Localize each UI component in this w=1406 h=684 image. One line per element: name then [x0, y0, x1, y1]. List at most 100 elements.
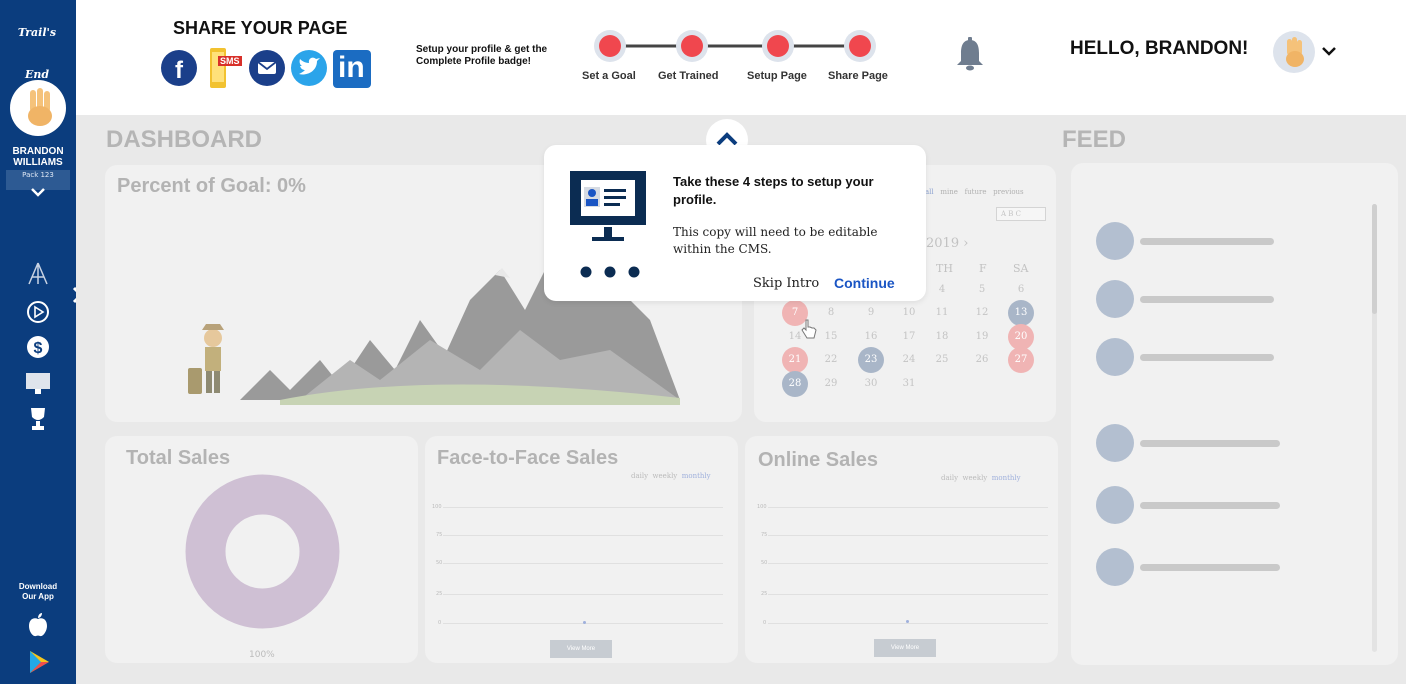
- step-set-goal[interactable]: Set a Goal: [582, 70, 636, 82]
- y-tick: 50: [761, 560, 768, 566]
- feed-avatar: [1096, 486, 1134, 524]
- chevron-down-icon[interactable]: [28, 186, 48, 198]
- y-tick: 100: [757, 504, 767, 510]
- tab-monthly[interactable]: monthly: [992, 474, 1021, 482]
- calendar-day[interactable]: 11: [929, 300, 955, 326]
- download-line2: Our App: [22, 592, 54, 601]
- y-tick: 75: [761, 532, 768, 538]
- feed-item[interactable]: [1096, 424, 1286, 464]
- google-play-icon[interactable]: [27, 649, 51, 675]
- tab-daily[interactable]: daily: [941, 474, 958, 482]
- feed-item[interactable]: [1096, 222, 1286, 262]
- apple-icon[interactable]: [26, 612, 50, 638]
- sidebar: Trail's End BRANDON WILLIAMS Pack 123 $ …: [0, 0, 76, 684]
- feed-item[interactable]: [1096, 548, 1286, 588]
- tab-monthly[interactable]: monthly: [682, 472, 711, 480]
- weekday-f: F: [979, 262, 987, 275]
- feed-avatar: [1096, 280, 1134, 318]
- step-share-page[interactable]: Share Page: [828, 70, 888, 82]
- feed-text-placeholder: [1140, 502, 1280, 509]
- calendar-search-input[interactable]: A B C: [996, 207, 1046, 221]
- step-setup-page[interactable]: Setup Page: [747, 70, 807, 82]
- play-icon[interactable]: [24, 298, 52, 326]
- calendar-day[interactable]: 10: [896, 300, 922, 326]
- header-avatar[interactable]: [1273, 31, 1315, 73]
- calendar-day[interactable]: 31: [896, 371, 922, 397]
- calendar-day[interactable]: 25: [929, 347, 955, 373]
- dashboard-title: DASHBOARD: [106, 126, 262, 153]
- online-tabs: daily weekly monthly: [941, 474, 1021, 482]
- calendar-day[interactable]: 30: [858, 371, 884, 397]
- calendar-day[interactable]: 23: [858, 347, 884, 373]
- calendar-day[interactable]: 12: [969, 300, 995, 326]
- y-tick: 100: [432, 504, 442, 510]
- chevron-down-icon[interactable]: [1320, 44, 1338, 58]
- gridline: [768, 594, 1048, 595]
- gridline: [768, 563, 1048, 564]
- dollar-icon[interactable]: $: [24, 333, 52, 361]
- tab-weekly[interactable]: weekly: [653, 472, 678, 480]
- gridline: [768, 535, 1048, 536]
- calendar-day[interactable]: 28: [782, 371, 808, 397]
- bell-icon[interactable]: [952, 36, 988, 74]
- steps-track: [594, 30, 876, 62]
- feed-scrollbar-thumb[interactable]: [1372, 204, 1377, 314]
- calendar-day[interactable]: 9: [858, 300, 884, 326]
- calendar-day[interactable]: 29: [818, 371, 844, 397]
- calendar-year: 2019: [926, 236, 960, 251]
- gridline: [443, 535, 723, 536]
- y-tick: 50: [436, 560, 443, 566]
- chevron-right-icon[interactable]: ›: [963, 236, 968, 251]
- popup-title: Take these 4 steps to setup your profile…: [673, 174, 874, 207]
- step-get-trained[interactable]: Get Trained: [658, 70, 719, 82]
- calendar-day[interactable]: 27: [1008, 347, 1034, 373]
- feed-title: FEED: [1062, 126, 1127, 153]
- calendar-day[interactable]: 24: [896, 347, 922, 373]
- user-avatar[interactable]: [10, 80, 66, 136]
- user-last-name: WILLIAMS: [13, 157, 63, 168]
- skip-intro-link[interactable]: Skip Intro: [753, 276, 819, 291]
- f2f-sales-title: Face-to-Face Sales: [437, 447, 619, 469]
- feed-scrollbar[interactable]: [1372, 204, 1377, 652]
- twitter-icon[interactable]: [290, 48, 328, 88]
- filter-future[interactable]: future: [965, 188, 987, 196]
- tab-daily[interactable]: daily: [631, 472, 648, 480]
- trophy-icon[interactable]: [24, 405, 52, 433]
- linkedin-icon[interactable]: in: [333, 48, 373, 88]
- view-more-button[interactable]: View More: [874, 639, 936, 657]
- calendar-day[interactable]: 22: [818, 347, 844, 373]
- sms-icon[interactable]: SMS: [204, 48, 244, 88]
- total-sales-donut: [185, 474, 340, 629]
- tab-weekly[interactable]: weekly: [963, 474, 988, 482]
- f2f-sales-card: [425, 436, 738, 663]
- chart-point: [583, 621, 586, 624]
- calendar-day[interactable]: 26: [969, 347, 995, 373]
- download-line1: Download: [18, 582, 58, 591]
- intro-popup: Take these 4 steps to setup your profile…: [544, 145, 926, 301]
- facebook-icon[interactable]: f: [160, 48, 198, 88]
- online-sales-title: Online Sales: [758, 449, 879, 471]
- filter-previous[interactable]: previous: [993, 188, 1023, 196]
- monitor-profile-icon: [570, 171, 646, 241]
- feed-item[interactable]: [1096, 486, 1286, 526]
- tent-icon[interactable]: [24, 260, 52, 288]
- monitor-icon[interactable]: [24, 370, 52, 398]
- calendar-day[interactable]: 21: [782, 347, 808, 373]
- weekday-th: TH: [936, 262, 953, 275]
- greeting: HELLO, BRANDON!: [1070, 38, 1249, 59]
- feed-item[interactable]: [1096, 280, 1286, 320]
- trails-end-logo[interactable]: Trail's End: [6, 12, 68, 81]
- continue-button[interactable]: Continue: [834, 275, 895, 291]
- calendar-day[interactable]: 8: [818, 300, 844, 326]
- profile-steps: Set a Goal Get Trained Setup Page Share …: [580, 30, 910, 90]
- view-more-button[interactable]: View More: [550, 640, 612, 658]
- filter-all[interactable]: all: [925, 188, 934, 196]
- sms-label: SMS: [218, 56, 242, 66]
- filter-mine[interactable]: mine: [940, 188, 958, 196]
- email-icon[interactable]: [248, 48, 286, 88]
- calendar-day[interactable]: 13: [1008, 300, 1034, 326]
- feed-item[interactable]: [1096, 338, 1286, 378]
- donut-label: 100%: [249, 650, 275, 660]
- pagination-dots[interactable]: [578, 265, 642, 279]
- feed-avatar: [1096, 222, 1134, 260]
